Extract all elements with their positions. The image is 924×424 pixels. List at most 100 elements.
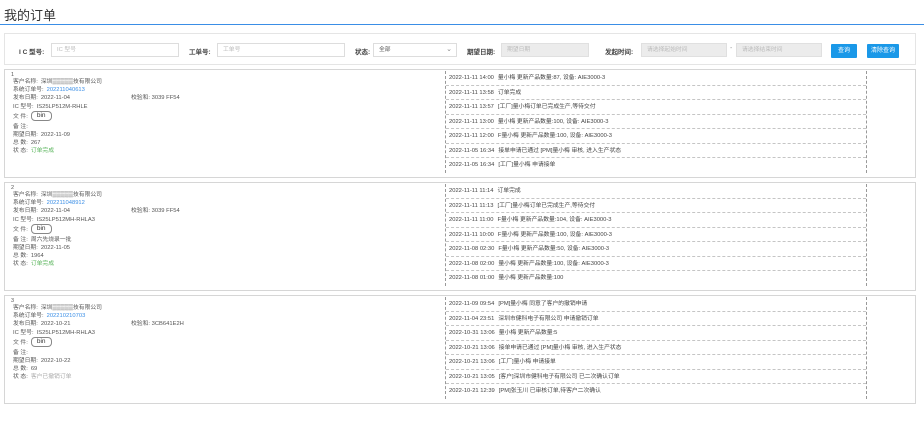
log-entry: 2022-11-11 13:58 订单完成 bbox=[446, 86, 866, 100]
system-order-link[interactable]: 202211040613 bbox=[47, 87, 85, 93]
publish-date-row: 发布日期: 2022-11-04 校验和: 3039 FF54 bbox=[13, 94, 439, 102]
checksum: 校验和: 3CB641E2H bbox=[131, 320, 184, 328]
note-row: 备 注: 周六先烧录一批 bbox=[13, 236, 439, 244]
publish-date: 2022-11-04 bbox=[40, 208, 71, 215]
checksum-value: 3039 FF54 bbox=[151, 208, 180, 215]
work-order-input[interactable]: 工单号 bbox=[217, 43, 345, 57]
log-time: 2022-11-11 11:00 bbox=[449, 217, 494, 223]
log-time: 2022-11-08 01:00 bbox=[449, 275, 495, 281]
log-entry: 2022-11-08 01:00 量小梅 更新产品数量:100 bbox=[446, 271, 866, 286]
total: 69 bbox=[30, 366, 38, 373]
total: 267 bbox=[30, 140, 41, 147]
query-button[interactable]: 查询 bbox=[831, 44, 857, 58]
checksum-label: 校验和: bbox=[131, 321, 151, 328]
status-row: 状 态: 客户已撤销订单 bbox=[13, 373, 439, 381]
log-entry: 2022-10-21 12:39 [PM]张玉川 已审核订单,待客户二次确认 bbox=[446, 384, 866, 399]
status-badge: 订单完成 bbox=[30, 261, 55, 268]
order-log: 2022-11-11 14:00 量小梅 更新产品数量:87, 设备: AIE30… bbox=[445, 71, 867, 173]
customer-row: 客户名称: 深圳▒▒▒▒▒技有限公司 bbox=[13, 191, 439, 199]
log-text: 接单申请已通过 [PM]量小梅 审核, 进入生产状态 bbox=[498, 147, 622, 154]
log-text: 量小梅 更新产品数量:100 bbox=[498, 275, 564, 281]
publish-date-label: 发布日期: bbox=[13, 95, 38, 102]
total-row: 总 数: 69 bbox=[13, 365, 439, 373]
ic-model-label: IC 型号: bbox=[13, 329, 34, 336]
log-time: 2022-10-21 13:06 bbox=[449, 359, 495, 365]
start-time-begin-input[interactable]: 请选择起始时间 bbox=[641, 43, 727, 57]
log-time: 2022-11-11 13:00 bbox=[449, 118, 494, 125]
start-time-end-input[interactable]: 请选择结束时间 bbox=[736, 43, 822, 57]
status-row: 状 态: 订单完成 bbox=[13, 147, 439, 155]
status-row: 状 态: 订单完成 bbox=[13, 260, 439, 268]
expect-date: 2022-11-05 bbox=[40, 244, 71, 251]
log-text: [PM]量小梅 同意了客户的撤销申请 bbox=[498, 301, 588, 307]
ic-model: IS25LP512MH-RHLA3 bbox=[36, 329, 95, 336]
bin-file-button[interactable]: bin bbox=[30, 337, 52, 348]
checksum-label: 校验和: bbox=[131, 208, 151, 215]
page-title: 我的订单 bbox=[4, 8, 57, 23]
note-row: 备 注: bbox=[13, 349, 439, 357]
customer-label: 客户名称: bbox=[13, 79, 38, 85]
log-text: 接单申请已通过 [PM]量小梅 审核, 进入生产状态 bbox=[498, 344, 622, 351]
system-order-row: 系统订单号: 202210210703 bbox=[13, 312, 439, 320]
log-entry: 2022-11-11 11:00 F量小梅 更新产品数量:104, 设备: AIE… bbox=[446, 213, 866, 228]
chevron-down-icon: ⌄ bbox=[446, 46, 452, 53]
title-divider bbox=[0, 24, 924, 25]
system-order-label: 系统订单号: bbox=[13, 313, 44, 320]
status-label: 状态: bbox=[355, 49, 371, 56]
status-select[interactable]: 全部 ⌄ bbox=[373, 43, 457, 57]
system-order-link[interactable]: 202210210703 bbox=[47, 313, 86, 319]
log-time: 2022-10-21 13:06 bbox=[449, 344, 495, 351]
order-log: 2022-11-09 09:54 [PM]量小梅 同意了客户的撤销申请 2022-… bbox=[445, 297, 867, 399]
log-entry: 2022-11-05 16:34 接单申请已通过 [PM]量小梅 审核, 进入生产… bbox=[446, 144, 866, 158]
order-card: 3 客户名称: 深圳▒▒▒▒▒技有限公司 系统订单号: 202210210703 发… bbox=[4, 295, 916, 404]
system-order-label: 系统订单号: bbox=[13, 87, 44, 94]
bin-file-button[interactable]: bin bbox=[30, 111, 52, 122]
customer-row: 客户名称: 深圳▒▒▒▒▒技有限公司 bbox=[13, 78, 439, 86]
ic-model: IS25LP512MH-RHLA3 bbox=[36, 216, 95, 223]
log-text: [工厂]量小梅订单已完成生产,等待交付 bbox=[497, 104, 596, 110]
clear-query-button[interactable]: 清除查询 bbox=[867, 44, 899, 58]
note-label: 备 注: bbox=[13, 349, 28, 356]
log-entry: 2022-11-04 23:51 深圳市健科电子有限公司 申请撤销订单 bbox=[446, 312, 866, 326]
bin-file-button[interactable]: bin bbox=[30, 224, 52, 235]
customer-label: 客户名称: bbox=[13, 305, 38, 311]
log-text: F量小梅 更新产品数量:100, 设备: AIE3000-3 bbox=[497, 133, 612, 139]
log-text: [工厂]量小梅 申请接单 bbox=[498, 162, 556, 168]
customer-name: 深圳▒▒▒▒▒技有限公司 bbox=[40, 305, 102, 311]
publish-date-label: 发布日期: bbox=[13, 321, 38, 328]
log-text: F量小梅 更新产品数量:100, 设备: AIE3000-3 bbox=[497, 231, 612, 238]
log-time: 2022-11-11 11:13 bbox=[449, 202, 494, 209]
customer-name: 深圳▒▒▒▒▒技有限公司 bbox=[40, 192, 102, 198]
log-time: 2022-11-11 13:58 bbox=[449, 89, 494, 96]
log-time: 2022-11-11 11:14 bbox=[449, 188, 494, 194]
log-text: 量小梅 更新产品数量:87, 设备: AIE3000-3 bbox=[497, 75, 606, 81]
note-label: 备 注: bbox=[13, 236, 28, 243]
log-text: [PM]张玉川 已审核订单,待客户二次确认 bbox=[498, 388, 601, 394]
system-order-link[interactable]: 202211048912 bbox=[47, 200, 85, 206]
log-time: 2022-11-05 16:34 bbox=[449, 147, 495, 154]
log-entry: 2022-10-21 13:06 [工厂]量小梅 申请接单 bbox=[446, 355, 866, 370]
log-text: F量小梅 更新产品数量:104, 设备: AIE3000-3 bbox=[497, 217, 612, 223]
ic-model-input[interactable]: IC 型号 bbox=[51, 43, 179, 57]
log-text: [客户]深圳市健科电子有限公司 已二次确认订单 bbox=[498, 373, 620, 380]
file-label: 文 件: bbox=[13, 226, 28, 233]
expect-date-input[interactable]: 期望日期 bbox=[501, 43, 589, 57]
status-label: 状 态: bbox=[13, 374, 28, 381]
log-time: 2022-10-21 13:05 bbox=[449, 373, 495, 380]
order-info: 客户名称: 深圳▒▒▒▒▒技有限公司 系统订单号: 202210210703 发布日… bbox=[13, 304, 439, 382]
order-info: 客户名称: 深圳▒▒▒▒▒技有限公司 系统订单号: 202211048912 发布日… bbox=[13, 191, 439, 269]
expect-date-label: 期望日期: bbox=[13, 131, 38, 138]
status-select-value: 全部 bbox=[379, 47, 391, 53]
log-time: 2022-11-08 02:00 bbox=[449, 260, 495, 267]
log-entry: 2022-11-08 02:30 F量小梅 更新产品数量:50, 设备: AIE3… bbox=[446, 242, 866, 257]
log-entry: 2022-11-09 09:54 [PM]量小梅 同意了客户的撤销申请 bbox=[446, 297, 866, 312]
status-badge: 订单完成 bbox=[30, 148, 55, 155]
log-text: 订单完成 bbox=[497, 89, 522, 96]
total-label: 总 数: bbox=[13, 140, 28, 147]
file-row: 文 件: bin bbox=[13, 224, 439, 236]
log-entry: 2022-11-11 11:14 订单完成 bbox=[446, 184, 866, 199]
expect-date-label: 期望日期: bbox=[13, 244, 38, 251]
log-entry: 2022-10-21 13:05 [客户]深圳市健科电子有限公司 已二次确认订单 bbox=[446, 370, 866, 384]
note-row: 备 注: bbox=[13, 123, 439, 131]
status-label: 状 态: bbox=[13, 261, 28, 268]
